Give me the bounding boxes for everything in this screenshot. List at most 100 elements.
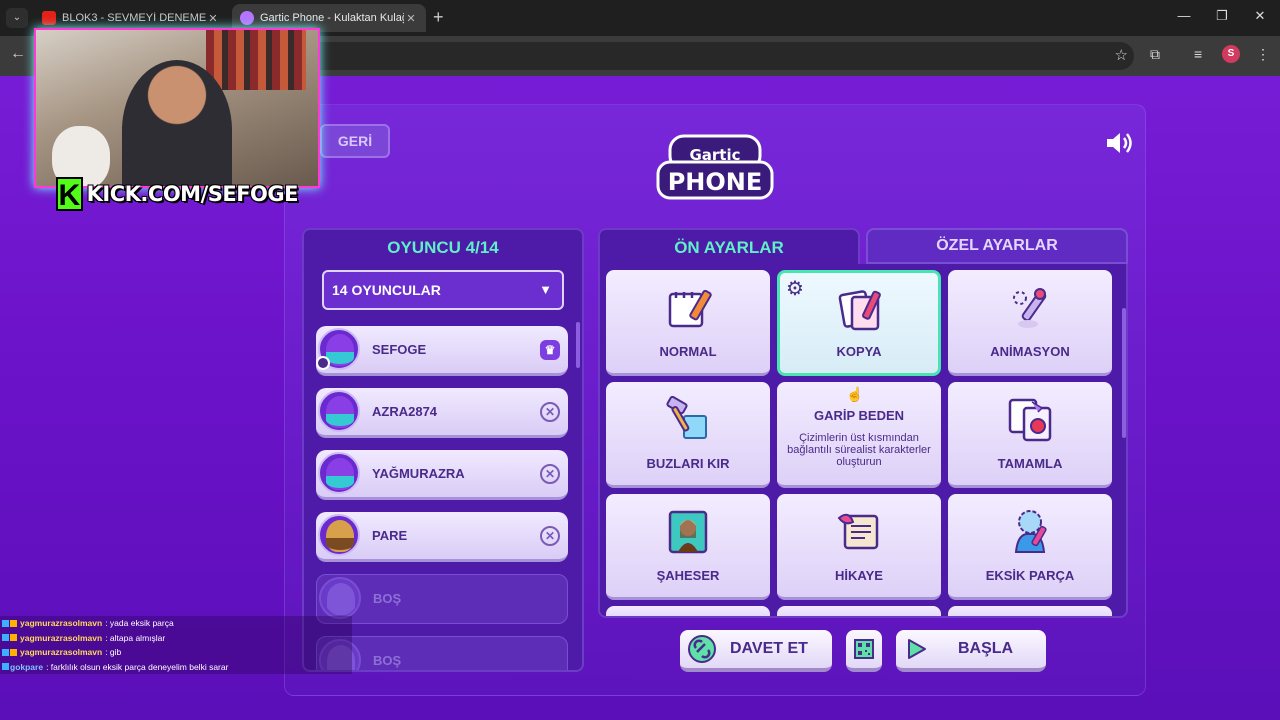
invite-button[interactable]: DAVET ET <box>680 630 832 672</box>
logo-bottom-text: PHONE <box>668 168 763 196</box>
mode-kopya[interactable]: ⚙ KOPYA <box>777 270 941 376</box>
crown-icon: ♛ <box>540 340 560 360</box>
player-count-value: 14 OYUNCULAR <box>332 282 441 298</box>
hammer-ice-icon <box>666 396 707 439</box>
host-badge-icon <box>316 356 330 370</box>
new-tab-button[interactable]: + <box>433 8 444 26</box>
player-name: SEFOGE <box>372 342 427 357</box>
kick-logo-icon: K <box>56 177 83 212</box>
webcam-streamer <box>122 60 232 186</box>
kick-channel-banner: K KICK.COM/SEFOGE <box>56 176 299 212</box>
copy-cards-icon <box>838 290 881 331</box>
mode-animasyon[interactable]: ANİMASYON <box>948 270 1112 376</box>
mode-label: KOPYA <box>836 344 882 359</box>
mode-eksik-parca[interactable]: EKSİK PARÇA <box>948 494 1112 600</box>
mode-grid: NORMAL ⚙ KOPYA ANİMASYON BUZLARI KIR GAR… <box>598 264 1128 618</box>
hand-cursor-icon: ☝ <box>846 386 864 402</box>
start-label: BAŞLA <box>958 640 1014 657</box>
chat-text: : yada eksik parça <box>105 618 174 629</box>
chat-text: : gib <box>105 647 122 658</box>
mode-saheser[interactable]: ŞAHESER <box>606 494 770 600</box>
tab-search-button[interactable]: ⌄ <box>6 8 28 28</box>
settings-panel: ÖN AYARLAR ÖZEL AYARLAR NORMAL ⚙ KOPYA A… <box>598 228 1130 618</box>
player-row: SEFOGE ♛ <box>316 326 568 376</box>
mode-description: Çizimlerin üst kısmından bağlantılı süre… <box>787 432 931 468</box>
mode-buzlari-kir[interactable]: BUZLARI KIR <box>606 382 770 488</box>
notepad-pencil-icon <box>668 289 712 328</box>
gartic-phone-logo: Gartic PHONE <box>656 134 774 200</box>
player-avatar <box>318 390 360 432</box>
modes-scrollbar[interactable] <box>1122 308 1126 438</box>
close-tab-icon[interactable]: ✕ <box>404 12 418 25</box>
empty-slot-label: BOŞ <box>373 653 402 668</box>
mode-card-partial[interactable] <box>777 606 941 616</box>
chat-badge-icon <box>10 648 17 656</box>
kick-player-close-icon[interactable]: ✕ <box>540 526 560 546</box>
masterpiece-icon <box>668 510 708 554</box>
player-name: YAĞMURAZRA <box>372 466 465 481</box>
back-button[interactable]: GERİ <box>320 124 390 158</box>
back-arrow-icon[interactable]: ← <box>10 45 26 63</box>
profile-avatar[interactable]: S <box>1222 45 1240 63</box>
chat-message: gokpare : farklılık olsun eksik parça de… <box>0 659 352 674</box>
chat-badge-icon <box>2 619 9 627</box>
menu-dots-icon[interactable]: ⋮ <box>1256 46 1270 63</box>
bookmark-star-icon[interactable]: ☆ <box>1115 46 1128 64</box>
mode-label: NORMAL <box>659 344 717 359</box>
sound-icon[interactable] <box>1104 130 1134 156</box>
mode-card-partial[interactable] <box>948 606 1112 616</box>
kick-player-close-icon[interactable]: ✕ <box>540 464 560 484</box>
invite-label: DAVET ET <box>730 640 808 657</box>
mode-label: BUZLARI KIR <box>646 456 730 471</box>
puzzle-complete-icon <box>1008 398 1052 442</box>
minimize-button[interactable]: — <box>1174 8 1194 23</box>
player-row: YAĞMURAZRA ✕ <box>316 450 568 500</box>
mode-card-partial[interactable] <box>606 606 770 616</box>
players-panel: OYUNCU 4/14 14 OYUNCULAR ▼ SEFOGE ♛ AZRA… <box>302 228 584 672</box>
chat-badge-icon <box>10 634 17 642</box>
media-control-icon[interactable]: ≡ <box>1194 46 1202 62</box>
player-row: PARE ✕ <box>316 512 568 562</box>
tab-presets[interactable]: ÖN AYARLAR <box>598 228 860 266</box>
restore-button[interactable]: ❐ <box>1212 8 1232 24</box>
players-scrollbar[interactable] <box>576 322 580 368</box>
chat-message: yagmurazrasolmavn : altapa almışlar <box>0 630 352 645</box>
kick-player-close-icon[interactable]: ✕ <box>540 402 560 422</box>
chat-badge-icon <box>2 634 9 642</box>
qr-code-icon <box>854 639 874 659</box>
link-icon <box>688 635 716 663</box>
player-count-select[interactable]: 14 OYUNCULAR ▼ <box>322 270 564 310</box>
chat-username: yagmurazrasolmavn <box>20 618 103 629</box>
mode-normal[interactable]: NORMAL <box>606 270 770 376</box>
mode-hikaye[interactable]: HİKAYE <box>777 494 941 600</box>
player-row: AZRA2874 ✕ <box>316 388 568 438</box>
empty-slot-label: BOŞ <box>373 591 402 606</box>
chat-message: yagmurazrasolmavn : gib <box>0 645 352 660</box>
mode-label: TAMAMLA <box>997 456 1063 471</box>
chat-username: yagmurazrasolmavn <box>20 632 103 643</box>
webcam-background <box>206 30 306 90</box>
gear-icon[interactable]: ⚙ <box>786 279 804 299</box>
player-name: AZRA2874 <box>372 404 438 419</box>
mode-label: HİKAYE <box>835 568 883 583</box>
mode-label: ANİMASYON <box>990 344 1070 359</box>
chat-badge-icon <box>2 663 9 671</box>
chat-username: yagmurazrasolmavn <box>20 647 103 658</box>
tab-title: BLOK3 - SEVMEYİ DENEMEDİN <box>62 12 206 24</box>
tab-custom-settings[interactable]: ÖZEL AYARLAR <box>866 228 1128 264</box>
qr-code-button[interactable] <box>846 630 882 672</box>
player-name: PARE <box>372 528 408 543</box>
close-window-button[interactable]: ✕ <box>1250 8 1270 24</box>
extensions-icon[interactable]: ⧉ <box>1150 46 1160 63</box>
chat-text: : farklılık olsun eksik parça deneyelim … <box>46 661 229 672</box>
start-button[interactable]: BAŞLA <box>896 630 1046 672</box>
mode-label: EKSİK PARÇA <box>985 568 1075 583</box>
mode-label: ŞAHESER <box>656 568 720 583</box>
empty-avatar <box>319 577 361 619</box>
mode-tamamla[interactable]: TAMAMLA <box>948 382 1112 488</box>
tab-title: Gartic Phone - Kulaktan Kulağa <box>260 12 404 24</box>
missing-piece-icon <box>1014 510 1047 553</box>
mode-label: GARİP BEDEN <box>813 408 905 423</box>
youtube-icon <box>42 11 56 25</box>
close-tab-icon[interactable]: ✕ <box>206 12 220 25</box>
